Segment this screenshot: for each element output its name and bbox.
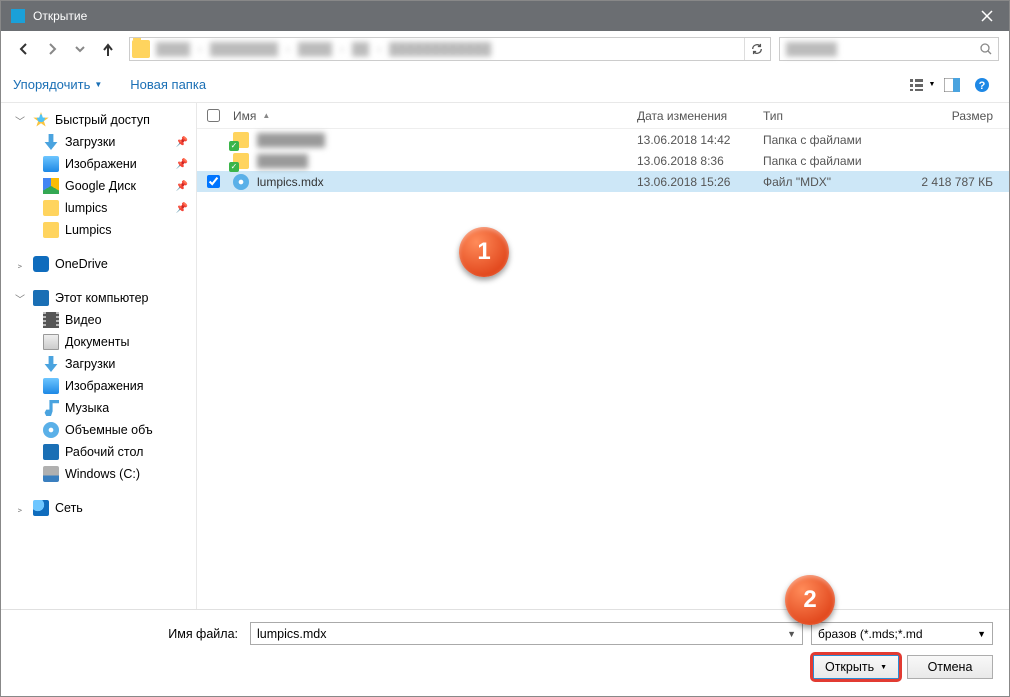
sidebar-gdrive[interactable]: Google Диск📌 bbox=[1, 175, 196, 197]
filetype-filter[interactable]: бразов (*.mds;*.md▼ bbox=[811, 622, 993, 645]
folder-icon bbox=[43, 200, 59, 216]
app-icon bbox=[11, 9, 25, 23]
preview-pane-icon bbox=[944, 78, 960, 92]
open-dialog: Открытие ████›████████›████›██›█████████… bbox=[0, 0, 1010, 697]
help-icon: ? bbox=[974, 77, 990, 93]
sidebar-downloads[interactable]: Загрузки📌 bbox=[1, 131, 196, 153]
sidebar-downloads2[interactable]: Загрузки bbox=[1, 353, 196, 375]
forward-button[interactable] bbox=[39, 36, 65, 62]
pictures-icon bbox=[43, 378, 59, 394]
select-all-checkbox[interactable] bbox=[207, 109, 220, 122]
arrow-up-icon bbox=[101, 42, 115, 56]
sidebar: ﹀Быстрый доступ Загрузки📌 Изображени📌 Go… bbox=[1, 103, 197, 609]
new-folder-button[interactable]: Новая папка bbox=[130, 77, 206, 92]
sidebar-network[interactable]: ﹥Сеть bbox=[1, 497, 196, 519]
preview-pane-button[interactable] bbox=[937, 73, 967, 97]
video-icon bbox=[43, 312, 59, 328]
sidebar-quickaccess[interactable]: ﹀Быстрый доступ bbox=[1, 109, 196, 131]
breadcrumb: ████›████████›████›██›████████████ bbox=[156, 42, 744, 56]
pin-icon: 📌 bbox=[176, 159, 188, 170]
pin-icon: 📌 bbox=[176, 137, 188, 148]
chevron-down-icon: ▼ bbox=[787, 629, 796, 639]
pc-icon bbox=[33, 290, 49, 306]
search-icon bbox=[980, 43, 992, 55]
sidebar-cdrive[interactable]: Windows (C:) bbox=[1, 463, 196, 485]
mdx-file-icon bbox=[233, 174, 249, 190]
filename-input[interactable]: lumpics.mdx▼ bbox=[250, 622, 803, 645]
arrow-left-icon bbox=[17, 42, 31, 56]
col-name[interactable]: Имя▲ bbox=[229, 109, 637, 123]
pin-icon: 📌 bbox=[176, 203, 188, 214]
sidebar-thispc[interactable]: ﹀Этот компьютер bbox=[1, 287, 196, 309]
refresh-button[interactable] bbox=[744, 38, 768, 60]
view-options-button[interactable]: ▼ bbox=[907, 73, 937, 97]
sidebar-music[interactable]: Музыка bbox=[1, 397, 196, 419]
recent-button[interactable] bbox=[67, 36, 93, 62]
drive-icon bbox=[43, 466, 59, 482]
file-list: ████████ 13.06.2018 14:42 Папка с файлам… bbox=[197, 129, 1009, 609]
col-size[interactable]: Размер bbox=[889, 109, 1009, 123]
pin-icon: 📌 bbox=[176, 181, 188, 192]
window-title: Открытие bbox=[33, 9, 965, 23]
refresh-icon bbox=[751, 43, 763, 55]
sidebar-desktop[interactable]: Рабочий стол bbox=[1, 441, 196, 463]
sidebar-pictures2[interactable]: Изображения bbox=[1, 375, 196, 397]
folder-icon bbox=[132, 40, 150, 58]
svg-text:?: ? bbox=[979, 80, 986, 92]
network-icon bbox=[33, 500, 49, 516]
title-bar: Открытие bbox=[1, 1, 1009, 31]
callout-2: 2 bbox=[785, 575, 835, 625]
column-headers: Имя▲ Дата изменения Тип Размер bbox=[197, 103, 1009, 129]
onedrive-icon bbox=[33, 256, 49, 272]
sidebar-pictures[interactable]: Изображени📌 bbox=[1, 153, 196, 175]
volumes-icon bbox=[43, 422, 59, 438]
open-button[interactable]: Открыть▼ bbox=[813, 655, 899, 679]
chevron-down-icon bbox=[73, 42, 87, 56]
dialog-body: ﹀Быстрый доступ Загрузки📌 Изображени📌 Go… bbox=[1, 103, 1009, 609]
filename-label: Имя файла: bbox=[17, 627, 242, 641]
close-button[interactable] bbox=[965, 1, 1009, 31]
sidebar-video[interactable]: Видео bbox=[1, 309, 196, 331]
gdrive-icon bbox=[43, 178, 59, 194]
pictures-icon bbox=[43, 156, 59, 172]
file-row[interactable]: ██████ 13.06.2018 8:36 Папка с файлами bbox=[197, 150, 1009, 171]
view-list-icon bbox=[909, 78, 927, 92]
back-button[interactable] bbox=[11, 36, 37, 62]
folder-icon bbox=[233, 153, 249, 169]
arrow-right-icon bbox=[45, 42, 59, 56]
toolbar: Упорядочить▼ Новая папка ▼ ? bbox=[1, 67, 1009, 103]
search-input[interactable]: ██████ bbox=[779, 37, 999, 61]
col-date[interactable]: Дата изменения bbox=[637, 109, 763, 123]
callout-1: 1 bbox=[459, 227, 509, 277]
folder-icon bbox=[43, 222, 59, 238]
address-bar[interactable]: ████›████████›████›██›████████████ bbox=[129, 37, 771, 61]
folder-icon bbox=[233, 132, 249, 148]
download-icon bbox=[43, 356, 59, 372]
file-checkbox[interactable] bbox=[207, 175, 220, 188]
file-row[interactable]: ████████ 13.06.2018 14:42 Папка с файлам… bbox=[197, 129, 1009, 150]
up-button[interactable] bbox=[95, 36, 121, 62]
chevron-down-icon: ▼ bbox=[977, 629, 986, 639]
sidebar-lumpics2[interactable]: Lumpics bbox=[1, 219, 196, 241]
help-button[interactable]: ? bbox=[967, 73, 997, 97]
cancel-button[interactable]: Отмена bbox=[907, 655, 993, 679]
desktop-icon bbox=[43, 444, 59, 460]
close-icon bbox=[981, 10, 993, 22]
col-type[interactable]: Тип bbox=[763, 109, 889, 123]
file-row-selected[interactable]: lumpics.mdx 13.06.2018 15:26 Файл "MDX" … bbox=[197, 171, 1009, 192]
footer: Имя файла: lumpics.mdx▼ бразов (*.mds;*.… bbox=[1, 609, 1009, 695]
organize-button[interactable]: Упорядочить▼ bbox=[13, 77, 102, 92]
sidebar-lumpics[interactable]: lumpics📌 bbox=[1, 197, 196, 219]
file-area: Имя▲ Дата изменения Тип Размер ████████ … bbox=[197, 103, 1009, 609]
download-icon bbox=[43, 134, 59, 150]
sidebar-documents[interactable]: Документы bbox=[1, 331, 196, 353]
sidebar-volumes[interactable]: Объемные объ bbox=[1, 419, 196, 441]
nav-row: ████›████████›████›██›████████████ █████… bbox=[1, 31, 1009, 67]
documents-icon bbox=[43, 334, 59, 350]
star-icon bbox=[33, 112, 49, 128]
music-icon bbox=[43, 400, 59, 416]
sidebar-onedrive[interactable]: ﹥OneDrive bbox=[1, 253, 196, 275]
